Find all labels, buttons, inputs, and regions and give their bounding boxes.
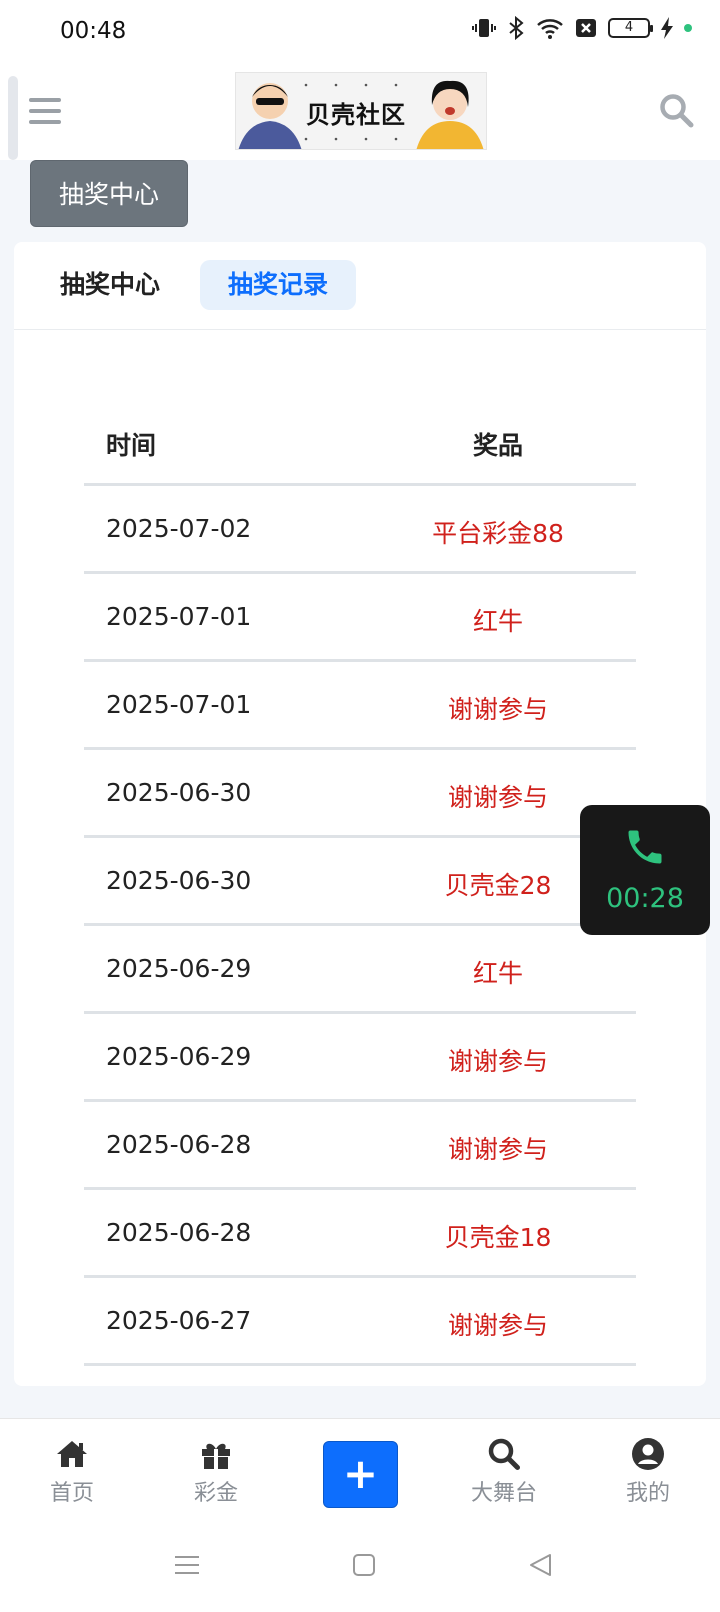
row-prize: 平台彩金88 <box>432 519 564 548</box>
plus-icon: + <box>342 1449 379 1498</box>
tab-lottery-records[interactable]: 抽奖记录 <box>200 260 357 310</box>
row-date: 2025-06-29 <box>106 1042 252 1071</box>
table-row: 2025-06-29 谢谢参与 <box>84 1014 636 1102</box>
system-nav-bar <box>0 1522 720 1612</box>
row-date: 2025-06-30 <box>106 866 252 895</box>
table-header: 时间 奖品 <box>84 402 636 486</box>
call-timer: 00:28 <box>606 883 684 914</box>
records-table: 时间 奖品 2025-07-02 平台彩金88 2025-07-01 红牛 2025… <box>84 402 636 1366</box>
nav-me[interactable]: 我的 <box>598 1437 698 1507</box>
row-prize: 谢谢参与 <box>447 695 548 724</box>
row-date: 2025-06-28 <box>106 1130 252 1159</box>
tab-bar: 抽奖中心 抽奖记录 <box>14 242 706 330</box>
row-date: 2025-07-01 <box>106 690 252 719</box>
column-header-time: 时间 <box>106 431 157 460</box>
battery-icon: 4 <box>608 18 653 38</box>
recent-apps-icon[interactable] <box>172 1550 202 1580</box>
search-icon[interactable] <box>658 92 694 128</box>
phone-icon <box>628 830 662 864</box>
bottom-nav: 首页 彩金 + 大舞台 我的 <box>0 1418 720 1522</box>
table-row: 2025-06-27 谢谢参与 <box>84 1278 636 1366</box>
table-row: 2025-07-02 平台彩金88 <box>84 486 636 574</box>
search-icon <box>488 1438 520 1470</box>
nav-home[interactable]: 首页 <box>22 1437 122 1507</box>
call-floating-widget[interactable]: 00:28 <box>580 805 710 935</box>
table-row: 2025-06-30 贝壳金28 <box>84 838 636 926</box>
menu-icon[interactable] <box>29 98 61 124</box>
nav-bonus[interactable]: 彩金 <box>166 1437 266 1507</box>
status-time: 00:48 <box>60 18 127 44</box>
row-prize: 谢谢参与 <box>447 1047 548 1076</box>
nav-home-label: 首页 <box>49 1481 94 1506</box>
row-date: 2025-06-27 <box>106 1306 252 1335</box>
table-row: 2025-06-28 谢谢参与 <box>84 1102 636 1190</box>
home-button-icon[interactable] <box>349 1550 379 1580</box>
logo-text: 贝壳社区 <box>306 101 406 129</box>
header: 贝壳社区 <box>0 62 720 160</box>
bluetooth-icon <box>509 16 524 40</box>
charging-icon <box>661 17 673 39</box>
user-circle-icon <box>632 1438 664 1470</box>
gift-icon <box>202 1443 230 1469</box>
column-header-prize: 奖品 <box>472 431 523 460</box>
add-post-button[interactable]: + <box>323 1441 398 1508</box>
row-date: 2025-06-28 <box>106 1218 252 1247</box>
tab-lottery-center[interactable]: 抽奖中心 <box>32 260 188 310</box>
scroll-handle[interactable] <box>8 76 18 160</box>
nav-bonus-label: 彩金 <box>193 1481 238 1506</box>
table-row: 2025-06-29 红牛 <box>84 926 636 1014</box>
back-icon[interactable] <box>526 1550 556 1580</box>
nav-me-label: 我的 <box>625 1481 670 1506</box>
row-prize: 谢谢参与 <box>447 1311 548 1340</box>
table-row: 2025-07-01 谢谢参与 <box>84 662 636 750</box>
nav-stage[interactable]: 大舞台 <box>454 1437 554 1507</box>
home-icon <box>57 1441 87 1467</box>
status-icons: 4 <box>472 16 692 40</box>
row-date: 2025-06-30 <box>106 778 252 807</box>
status-bar: 00:48 4 <box>0 0 720 62</box>
row-date: 2025-06-29 <box>106 954 252 983</box>
row-prize: 贝壳金18 <box>444 1223 552 1252</box>
table-row: 2025-06-28 贝壳金18 <box>84 1190 636 1278</box>
vibrate-icon <box>472 19 496 37</box>
row-date: 2025-07-01 <box>106 602 252 631</box>
row-prize: 红牛 <box>472 607 523 636</box>
row-date: 2025-07-02 <box>106 514 252 543</box>
table-row: 2025-07-01 红牛 <box>84 574 636 662</box>
site-logo[interactable]: 贝壳社区 <box>235 72 487 150</box>
row-prize: 红牛 <box>472 959 523 988</box>
row-prize: 谢谢参与 <box>447 1135 548 1164</box>
wifi-icon <box>537 19 563 39</box>
privacy-dot <box>684 24 692 32</box>
nav-stage-label: 大舞台 <box>470 1481 537 1506</box>
lottery-center-chip[interactable]: 抽奖中心 <box>30 160 188 227</box>
table-row: 2025-06-30 谢谢参与 <box>84 750 636 838</box>
sim-blocked-icon <box>576 19 596 37</box>
